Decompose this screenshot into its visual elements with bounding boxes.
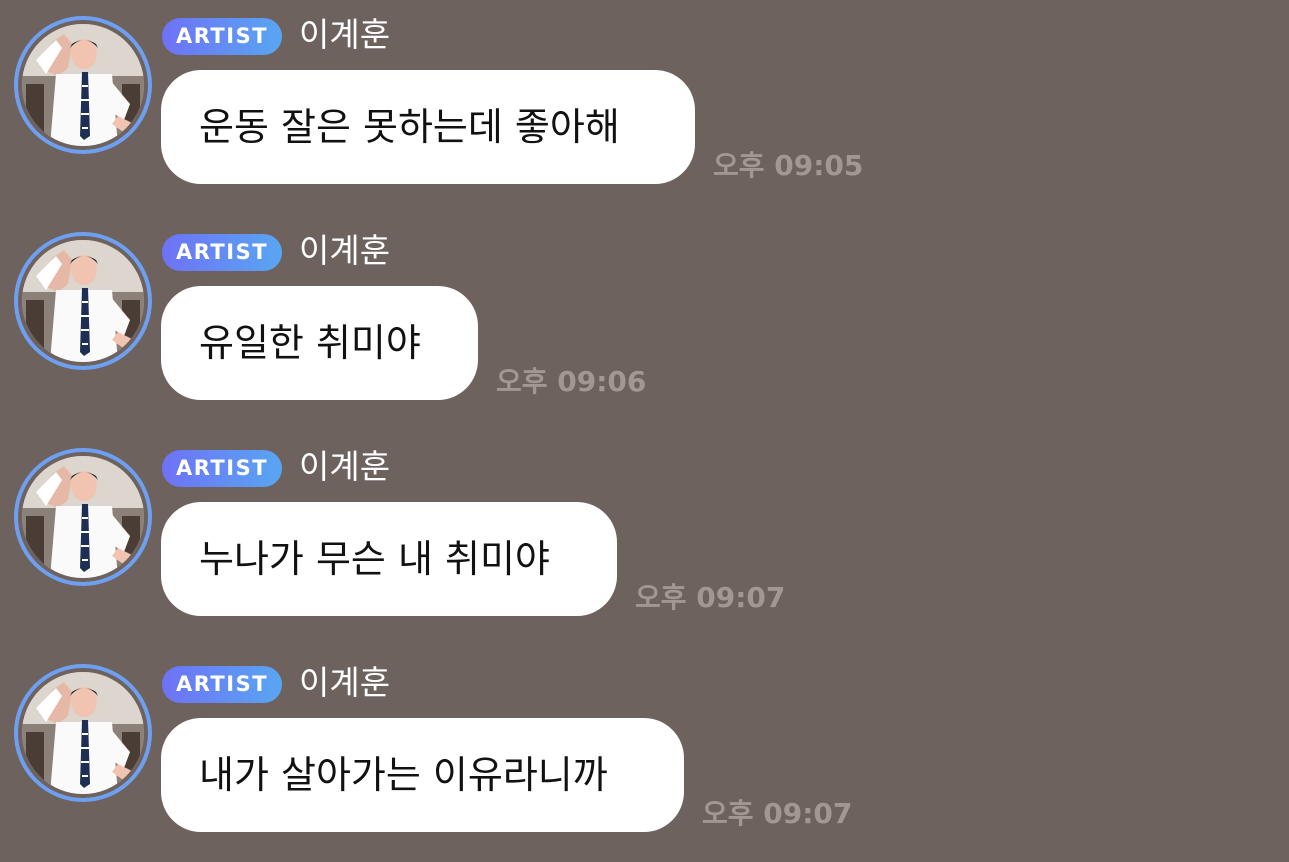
chat-message: ARTIST 이계훈 유일한 취미야 오후 09:06 [0,230,1289,430]
message-timestamp: 오후 09:07 [702,797,853,830]
sender-name: 이계훈 [299,447,391,486]
sender-name: 이계훈 [299,15,391,54]
artist-badge: ARTIST [162,666,282,703]
message-timestamp: 오후 09:05 [713,149,864,182]
message-timestamp: 오후 09:07 [635,581,786,614]
message-bubble[interactable]: 누나가 무슨 내 취미야 [161,502,617,616]
artist-avatar[interactable] [14,448,152,586]
avatar-photo-icon [22,24,144,146]
avatar-photo-icon [22,240,144,362]
avatar-photo-icon [22,456,144,578]
message-timestamp: 오후 09:06 [496,365,647,398]
message-bubble[interactable]: 내가 살아가는 이유라니까 [161,718,684,832]
chat-message-list: ARTIST 이계훈 운동 잘은 못하는데 좋아해 오후 09:05 ARTIS… [0,0,1289,855]
sender-name: 이계훈 [299,231,391,270]
chat-message: ARTIST 이계훈 누나가 무슨 내 취미야 오후 09:07 [0,446,1289,646]
avatar-photo-icon [22,672,144,794]
artist-badge: ARTIST [162,18,282,55]
artist-avatar[interactable] [14,232,152,370]
sender-name: 이계훈 [299,663,391,702]
artist-avatar[interactable] [14,16,152,154]
chat-message: ARTIST 이계훈 운동 잘은 못하는데 좋아해 오후 09:05 [0,14,1289,214]
artist-badge: ARTIST [162,234,282,271]
artist-avatar[interactable] [14,664,152,802]
chat-message: ARTIST 이계훈 내가 살아가는 이유라니까 오후 09:07 [0,662,1289,862]
message-bubble[interactable]: 유일한 취미야 [161,286,478,400]
artist-badge: ARTIST [162,450,282,487]
message-bubble[interactable]: 운동 잘은 못하는데 좋아해 [161,70,695,184]
